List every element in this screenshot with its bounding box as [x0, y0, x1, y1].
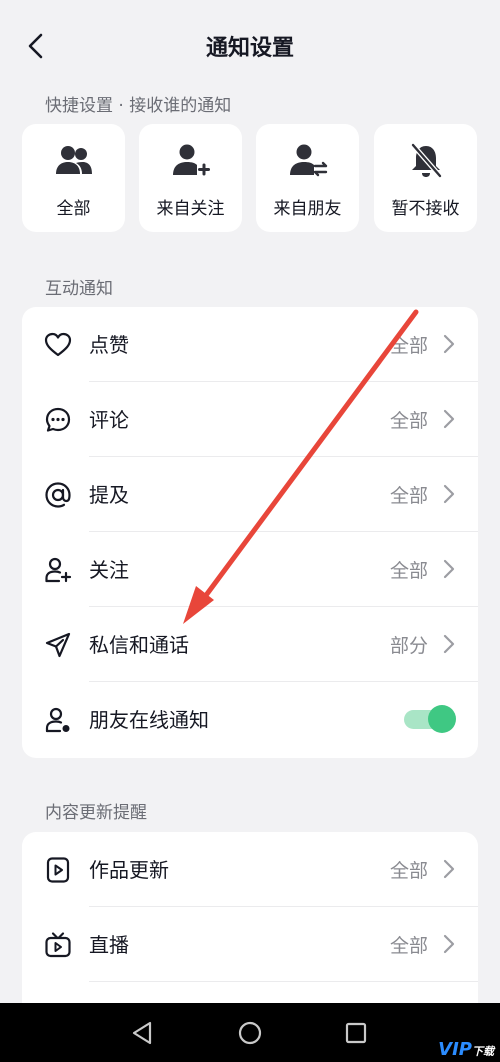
- setting-row-messages-calls[interactable]: 私信和通话 部分: [22, 607, 478, 682]
- toggle-knob: [428, 705, 456, 733]
- watermark: VIP下载: [438, 1039, 494, 1060]
- chevron-right-icon: [443, 934, 455, 954]
- quick-option-label: 来自关注: [156, 199, 225, 219]
- setting-value: 全部: [389, 860, 428, 882]
- heart-icon: [44, 332, 72, 357]
- quick-option-friends[interactable]: 来自朋友: [256, 124, 359, 232]
- setting-value: 全部: [389, 935, 428, 957]
- setting-row-comments[interactable]: 评论 全部: [22, 382, 478, 457]
- person-swap-icon: [289, 144, 327, 177]
- quick-option-mute[interactable]: 暂不接收: [374, 124, 477, 232]
- follow-icon: [45, 557, 72, 583]
- quick-settings-label: 快捷设置 · 接收谁的通知: [45, 96, 232, 116]
- send-icon: [45, 632, 71, 658]
- setting-label: 点赞: [89, 333, 129, 357]
- system-nav-bar: VIP下载: [0, 1003, 500, 1062]
- quick-settings-row: 全部 来自关注 来自朋友 暂不接收: [22, 124, 478, 232]
- setting-label: 评论: [89, 408, 129, 432]
- setting-value: 全部: [389, 410, 428, 432]
- quick-option-following[interactable]: 来自关注: [139, 124, 242, 232]
- page-title: 通知设置: [205, 36, 294, 61]
- video-icon: [46, 857, 70, 883]
- setting-value: 全部: [389, 335, 428, 357]
- chevron-right-icon: [443, 559, 455, 579]
- setting-label: 提及: [89, 483, 129, 507]
- setting-label: 朋友在线通知: [89, 708, 209, 732]
- quick-option-all[interactable]: 全部: [22, 124, 125, 232]
- chevron-right-icon: [443, 334, 455, 354]
- setting-label: 直播: [89, 933, 129, 957]
- setting-row-follow[interactable]: 关注 全部: [22, 532, 478, 607]
- interaction-section-label: 互动通知: [45, 279, 113, 299]
- setting-row-live[interactable]: 直播 全部: [22, 907, 478, 982]
- content-updates-section-label: 内容更新提醒: [45, 803, 147, 823]
- at-icon: [45, 482, 71, 508]
- chevron-right-icon: [443, 859, 455, 879]
- watermark-brand: VIP: [438, 1039, 472, 1060]
- friend-online-icon: [45, 707, 70, 733]
- nav-recents-icon[interactable]: [341, 1018, 371, 1048]
- group-icon: [55, 146, 92, 174]
- setting-row-mentions[interactable]: 提及 全部: [22, 457, 478, 532]
- quick-option-label: 来自朋友: [273, 199, 342, 219]
- quick-option-label: 暂不接收: [391, 199, 460, 219]
- setting-value: 全部: [389, 485, 428, 507]
- setting-value: 部分: [389, 635, 428, 657]
- setting-label: 作品更新: [89, 858, 169, 882]
- header: 通知设置: [0, 18, 500, 74]
- quick-option-label: 全部: [56, 199, 91, 219]
- nav-home-icon[interactable]: [235, 1018, 265, 1048]
- bell-off-icon: [410, 143, 442, 178]
- content-updates-card: 作品更新 全部 直播 全部: [22, 832, 478, 1032]
- nav-back-icon[interactable]: [128, 1018, 158, 1048]
- setting-row-likes[interactable]: 点赞 全部: [22, 307, 478, 382]
- chevron-right-icon: [443, 634, 455, 654]
- interaction-card: 点赞 全部 评论 全部 提及 全部 关注 全部 私信和通话 部分 朋友在线通知: [22, 307, 478, 758]
- chevron-right-icon: [443, 484, 455, 504]
- live-tv-icon: [45, 932, 71, 958]
- setting-value: 全部: [389, 560, 428, 582]
- setting-row-works-update[interactable]: 作品更新 全部: [22, 832, 478, 907]
- friend-online-toggle[interactable]: [404, 705, 456, 733]
- comment-icon: [45, 407, 71, 432]
- setting-row-friend-online: 朋友在线通知: [22, 682, 478, 757]
- divider: [89, 981, 478, 982]
- chevron-right-icon: [443, 409, 455, 429]
- status-bar: [0, 0, 500, 12]
- watermark-text: 下载: [472, 1045, 494, 1058]
- person-add-icon: [172, 144, 210, 176]
- setting-label: 私信和通话: [89, 633, 189, 657]
- setting-label: 关注: [89, 558, 129, 582]
